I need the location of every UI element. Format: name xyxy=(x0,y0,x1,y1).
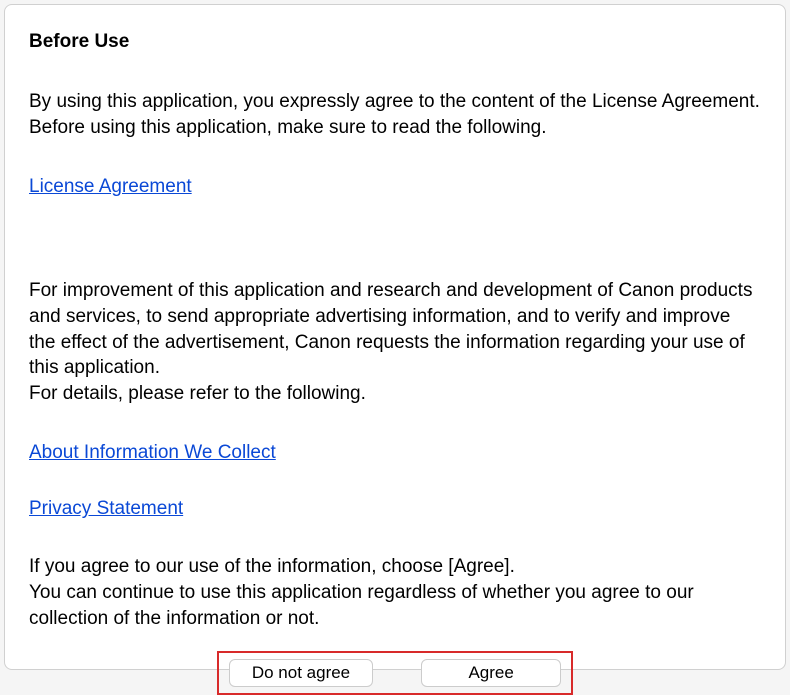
privacy-statement-link[interactable]: Privacy Statement xyxy=(29,498,183,520)
button-row-highlight: Do not agree Agree xyxy=(217,651,573,695)
before-use-dialog: Before Use By using this application, yo… xyxy=(4,4,786,670)
agree-button[interactable]: Agree xyxy=(421,659,561,687)
about-information-link[interactable]: About Information We Collect xyxy=(29,442,276,464)
dialog-heading: Before Use xyxy=(29,31,761,53)
do-not-agree-button[interactable]: Do not agree xyxy=(229,659,373,687)
intro-paragraph: By using this application, you expressly… xyxy=(29,89,761,140)
agree-instruction-paragraph: If you agree to our use of the informati… xyxy=(29,554,761,631)
license-agreement-link[interactable]: License Agreement xyxy=(29,176,192,198)
info-collection-paragraph: For improvement of this application and … xyxy=(29,278,761,406)
